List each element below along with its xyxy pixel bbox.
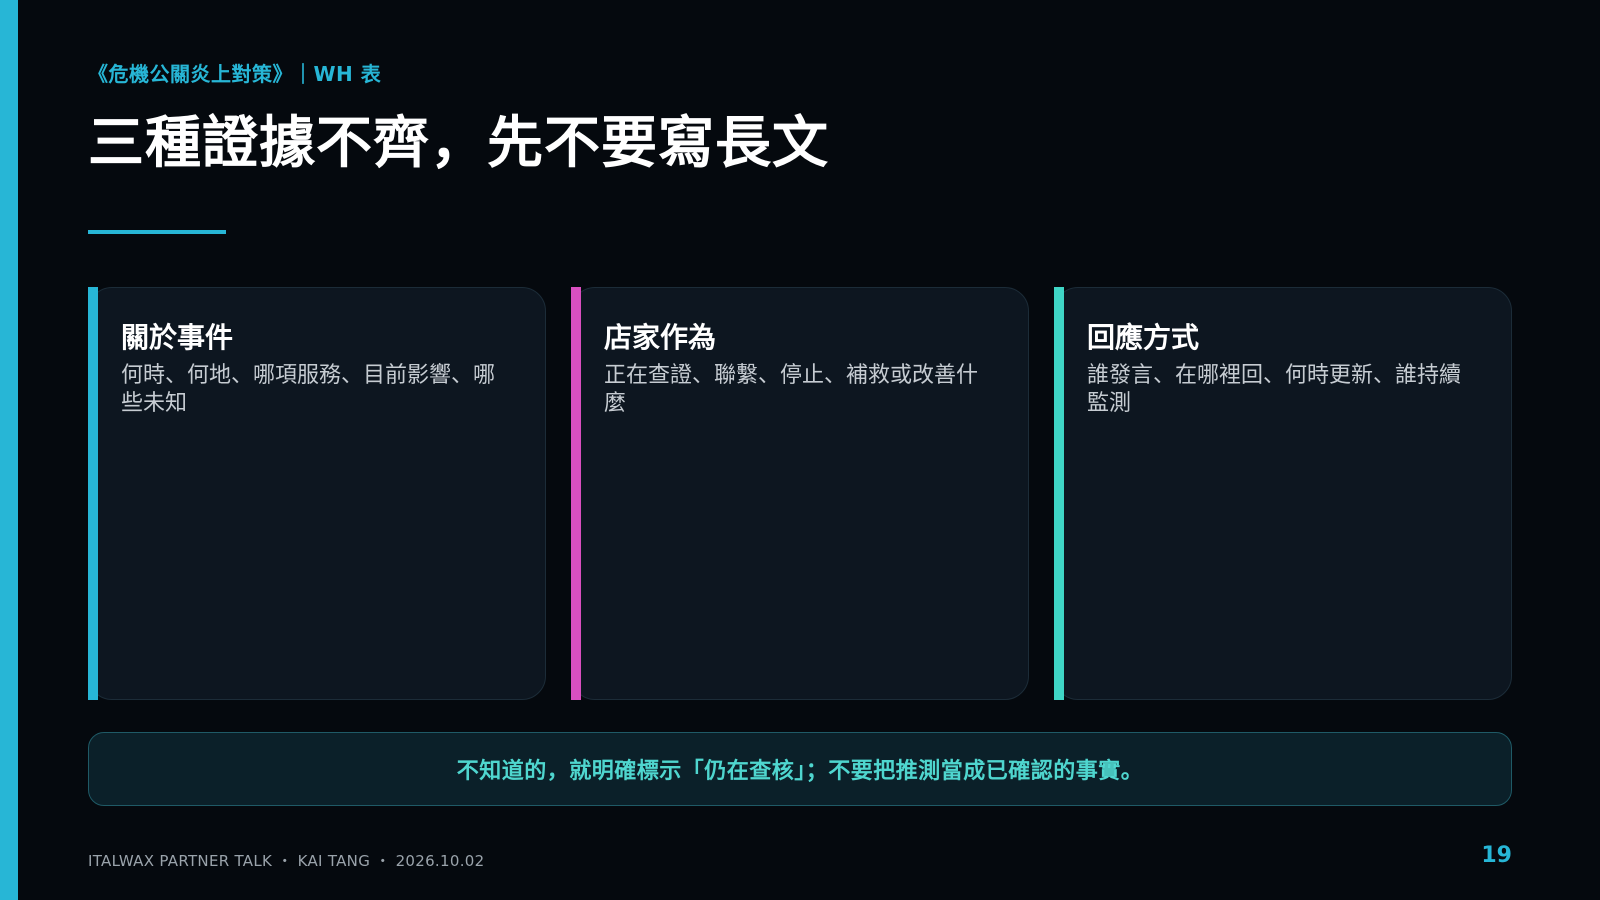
- callout-banner: 不知道的，就明確標示「仍在查核」；不要把推測當成已確認的事實。: [88, 732, 1512, 806]
- card-body: 誰發言、在哪裡回、何時更新、誰持續監測: [1087, 363, 1462, 416]
- card-response-method: 回應方式 誰發言、在哪裡回、何時更新、誰持續監測: [1054, 287, 1512, 700]
- title-underline: [88, 230, 226, 234]
- card-about-event: 關於事件 何時、何地、哪項服務、目前影響、哪些未知: [88, 287, 546, 700]
- card-store-actions: 店家作為 正在查證、聯繫、停止、補救或改善什麼: [571, 287, 1029, 700]
- slide: 《危機公關炎上對策》｜WH 表 三種證據不齊，先不要寫長文 關於事件 何時、何地…: [0, 0, 1600, 900]
- card-title: 回應方式: [1087, 321, 1200, 354]
- slide-kicker: 《危機公關炎上對策》｜WH 表: [88, 62, 382, 86]
- card-body: 何時、何地、哪項服務、目前影響、哪些未知: [121, 363, 496, 416]
- card-body: 正在查證、聯繫、停止、補救或改善什麼: [604, 363, 979, 416]
- slide-title: 三種證據不齊，先不要寫長文: [88, 111, 829, 176]
- card-accent-bar: [1054, 287, 1064, 700]
- footer-credit: ITALWAX PARTNER TALK ・ KAI TANG ・ 2026.1…: [88, 852, 485, 870]
- card-accent-bar: [571, 287, 581, 700]
- left-accent-bar: [0, 0, 18, 900]
- card-title: 關於事件: [121, 321, 234, 354]
- callout-text: 不知道的，就明確標示「仍在查核」；不要把推測當成已確認的事實。: [456, 759, 1144, 784]
- page-number: 19: [1481, 843, 1512, 868]
- card-title: 店家作為: [604, 321, 717, 354]
- card-accent-bar: [88, 287, 98, 700]
